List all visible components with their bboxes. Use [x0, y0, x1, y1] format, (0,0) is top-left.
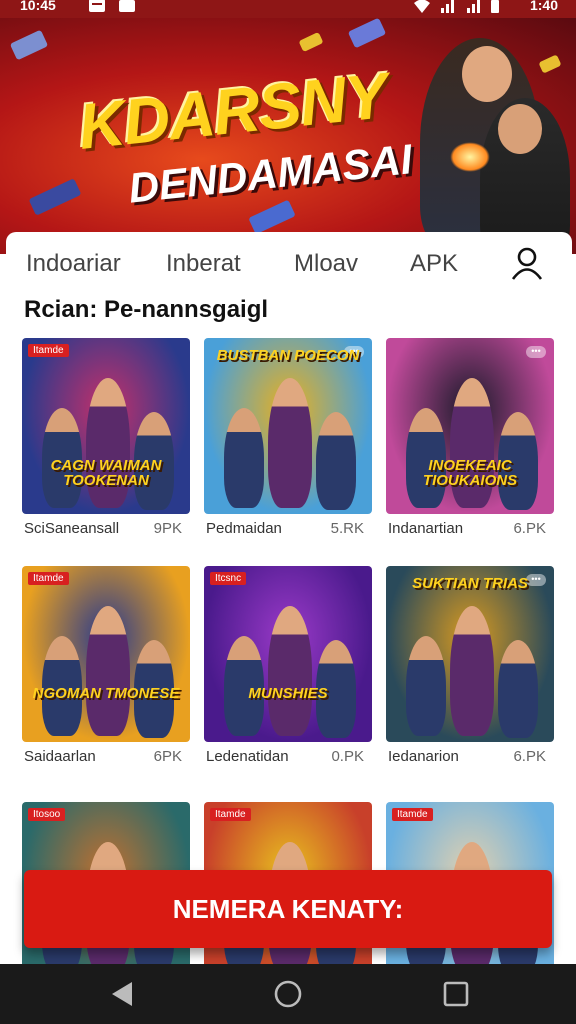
decor-shard — [9, 29, 49, 61]
app-tile[interactable]: Itamde NGOMAN TMONESE Saidaarlan 6PK — [22, 566, 190, 772]
cover-title: SUKTIAN TRIAS — [412, 575, 528, 592]
tag-badge: Itamde — [28, 344, 69, 357]
battery-icon — [490, 0, 500, 17]
app-size: 9PK — [153, 520, 182, 537]
navigation-bar — [0, 964, 576, 1024]
app-tile[interactable]: ••• INOEKEAIC TIOUKAIONS Indanartian 6.PK — [386, 338, 554, 544]
status-time-right: 1:40 — [529, 0, 558, 13]
tag-badge: Itcsnc — [210, 572, 247, 585]
app-meta: Indanartian 6.PK — [386, 520, 554, 544]
app-name: Iedanarion — [388, 748, 459, 765]
content-card: Indoariar Inberat Mloav APK Rcian: Pe-na… — [6, 232, 572, 972]
app-tile[interactable]: Itcsnc MUNSHIES Ledenatidan 0.PK — [204, 566, 372, 772]
app-name: Saidaarlan — [24, 748, 96, 765]
tag-badge: Itamde — [392, 808, 433, 821]
app-meta: Ledenatidan 0.PK — [204, 748, 372, 772]
wifi-icon — [412, 0, 432, 17]
cover-title: BUSTBAN POECON — [216, 347, 360, 364]
app-name: Indanartian — [388, 520, 464, 537]
tag-badge: Itamde — [28, 572, 69, 585]
tab-apk[interactable]: APK — [410, 250, 458, 278]
triangle-back-icon[interactable] — [106, 978, 138, 1010]
app-name: Ledenatidan — [206, 748, 289, 765]
notification-icon — [88, 0, 106, 17]
app-tile[interactable]: ••• SUKTIAN TRIAS Iedanarion 6.PK — [386, 566, 554, 772]
app-size: 6PK — [153, 748, 182, 765]
tag-badge: Itamde — [210, 808, 251, 821]
notification-icon-2 — [118, 0, 136, 17]
character-figure — [450, 606, 494, 736]
fire-effect — [450, 142, 490, 172]
cover-title: INOEKEAIC TIOUKAIONS — [422, 457, 518, 489]
app-meta: Pedmaidan 5.RK — [204, 520, 372, 544]
app-thumbnail[interactable]: ••• SUKTIAN TRIAS — [386, 566, 554, 742]
character-figure — [316, 412, 356, 510]
app-thumbnail[interactable]: Itcsnc MUNSHIES — [204, 566, 372, 742]
character-figure — [268, 606, 312, 736]
tab-inberat[interactable]: Inberat — [166, 250, 241, 278]
hero-face — [462, 46, 512, 102]
tab-mloav[interactable]: Mloav — [294, 250, 358, 278]
signal-icon — [440, 0, 456, 17]
square-recent-icon[interactable] — [440, 978, 472, 1010]
tab-indoariar[interactable]: Indoariar — [26, 250, 121, 278]
app-tile[interactable]: ••• BUSTBAN POECON Pedmaidan 5.RK — [204, 338, 372, 544]
app-size: 6.PK — [513, 748, 546, 765]
hero-face-2 — [498, 104, 542, 154]
cover-title: MUNSHIES — [248, 685, 328, 702]
app-size: 0.PK — [331, 748, 364, 765]
status-bar: 10:45 1:40 — [0, 0, 576, 18]
character-figure — [224, 408, 264, 508]
status-time: 10:45 — [20, 0, 56, 13]
download-cta-button[interactable]: NEMERA KENATY: — [24, 870, 552, 948]
decor-shard — [248, 199, 296, 235]
signal-icon-2 — [466, 0, 482, 17]
app-meta: SciSaneansall 9PK — [22, 520, 190, 544]
decor-shard — [28, 178, 82, 216]
user-icon[interactable] — [510, 246, 544, 280]
app-meta: Iedanarion 6.PK — [386, 748, 554, 772]
app-tile[interactable]: Itamde CAGN WAIMAN TOOKENAN SciSaneansall 9… — [22, 338, 190, 544]
more-options-icon[interactable]: ••• — [526, 346, 546, 358]
app-meta: Saidaarlan 6PK — [22, 748, 190, 772]
app-size: 6.PK — [513, 520, 546, 537]
tab-bar: Indoariar Inberat Mloav APK — [6, 246, 572, 286]
section-title: Rcian: Pe-nannsgaigl — [24, 296, 269, 323]
decor-shard — [538, 54, 562, 74]
cover-title: NGOMAN TMONESE — [32, 685, 180, 702]
app-name: SciSaneansall — [24, 520, 120, 537]
decor-shard — [298, 31, 324, 53]
app-size: 5.RK — [330, 520, 364, 537]
character-figure — [86, 606, 130, 736]
character-figure — [268, 378, 312, 508]
hero-banner[interactable]: KDARSNY DENDAMASAI — [0, 18, 576, 254]
cover-title: CAGN WAIMAN TOOKENAN — [50, 457, 162, 489]
circle-home-icon[interactable] — [272, 978, 304, 1010]
app-thumbnail[interactable]: ••• INOEKEAIC TIOUKAIONS — [386, 338, 554, 514]
character-figure — [498, 640, 538, 738]
decor-shard — [347, 18, 387, 49]
tag-badge: Itosoo — [28, 808, 66, 821]
app-name: Pedmaidan — [206, 520, 282, 537]
app-thumbnail[interactable]: ••• BUSTBAN POECON — [204, 338, 372, 514]
app-thumbnail[interactable]: Itamde NGOMAN TMONESE — [22, 566, 190, 742]
character-figure — [406, 636, 446, 736]
app-thumbnail[interactable]: Itamde CAGN WAIMAN TOOKENAN — [22, 338, 190, 514]
